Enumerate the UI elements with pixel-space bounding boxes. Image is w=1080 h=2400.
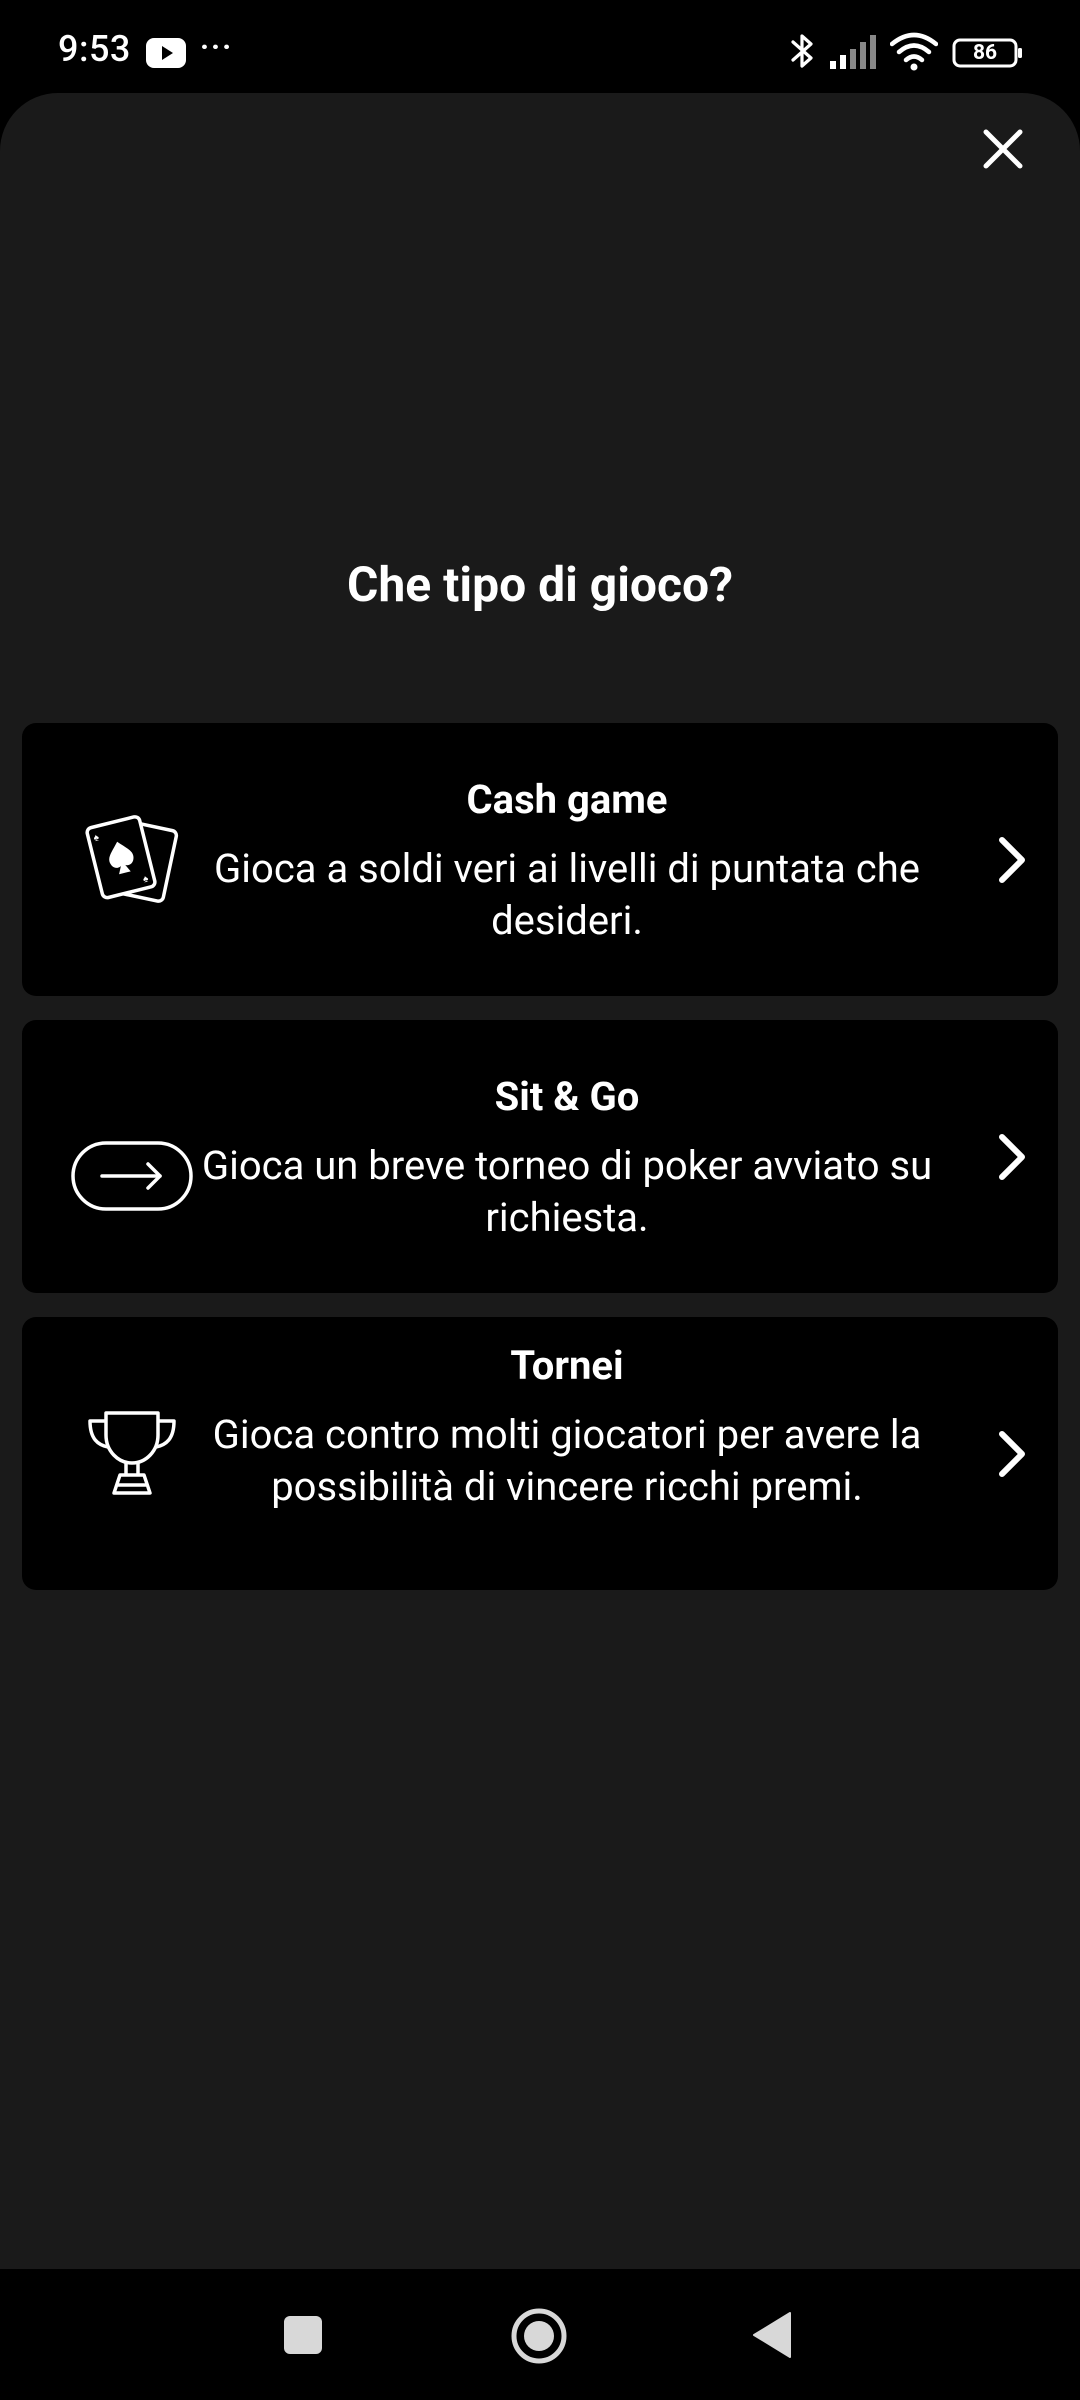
back-button[interactable] [752,2311,792,2359]
option-tornei[interactable]: Tornei Gioca contro molti giocatori per … [22,1317,1058,1590]
option-title: Sit & Go [494,1073,640,1120]
playing-cards-icon: ♠ ♠ [62,799,202,919]
chevron-right-icon [999,836,1025,883]
page-title: Che tipo di gioco? [347,556,733,613]
youtube-icon [146,38,186,68]
option-title: Tornei [510,1342,624,1389]
battery-level: 86 [972,41,998,65]
option-description: Gioca un breve torneo di poker avviato s… [201,1142,933,1241]
chevron-right-icon [999,1133,1025,1180]
option-cash-game[interactable]: ♠ ♠ Cash game Gioca a soldi veri ai live… [22,723,1058,996]
more-notifications-icon: ··· [200,30,234,65]
status-bar: 9:53 ··· 86 [0,0,1080,95]
home-button[interactable] [510,2307,568,2365]
arrow-right-pill-icon [62,1116,202,1236]
status-time: 9:53 [58,28,131,70]
recent-apps-button[interactable] [283,2315,323,2355]
close-button[interactable] [975,121,1031,177]
bluetooth-icon [791,34,813,68]
chevron-right-icon [999,1430,1025,1477]
close-icon [983,129,1023,169]
option-sit-and-go[interactable]: Sit & Go Gioca un breve torneo di poker … [22,1020,1058,1293]
navigation-bar [0,2269,1080,2400]
trophy-icon [62,1393,202,1513]
option-description: Gioca contro molti giocatori per avere l… [212,1411,922,1510]
signal-icon [830,35,876,69]
option-title: Cash game [466,776,668,823]
wifi-icon [890,32,938,71]
option-description: Gioca a soldi veri ai livelli di puntata… [214,845,920,944]
